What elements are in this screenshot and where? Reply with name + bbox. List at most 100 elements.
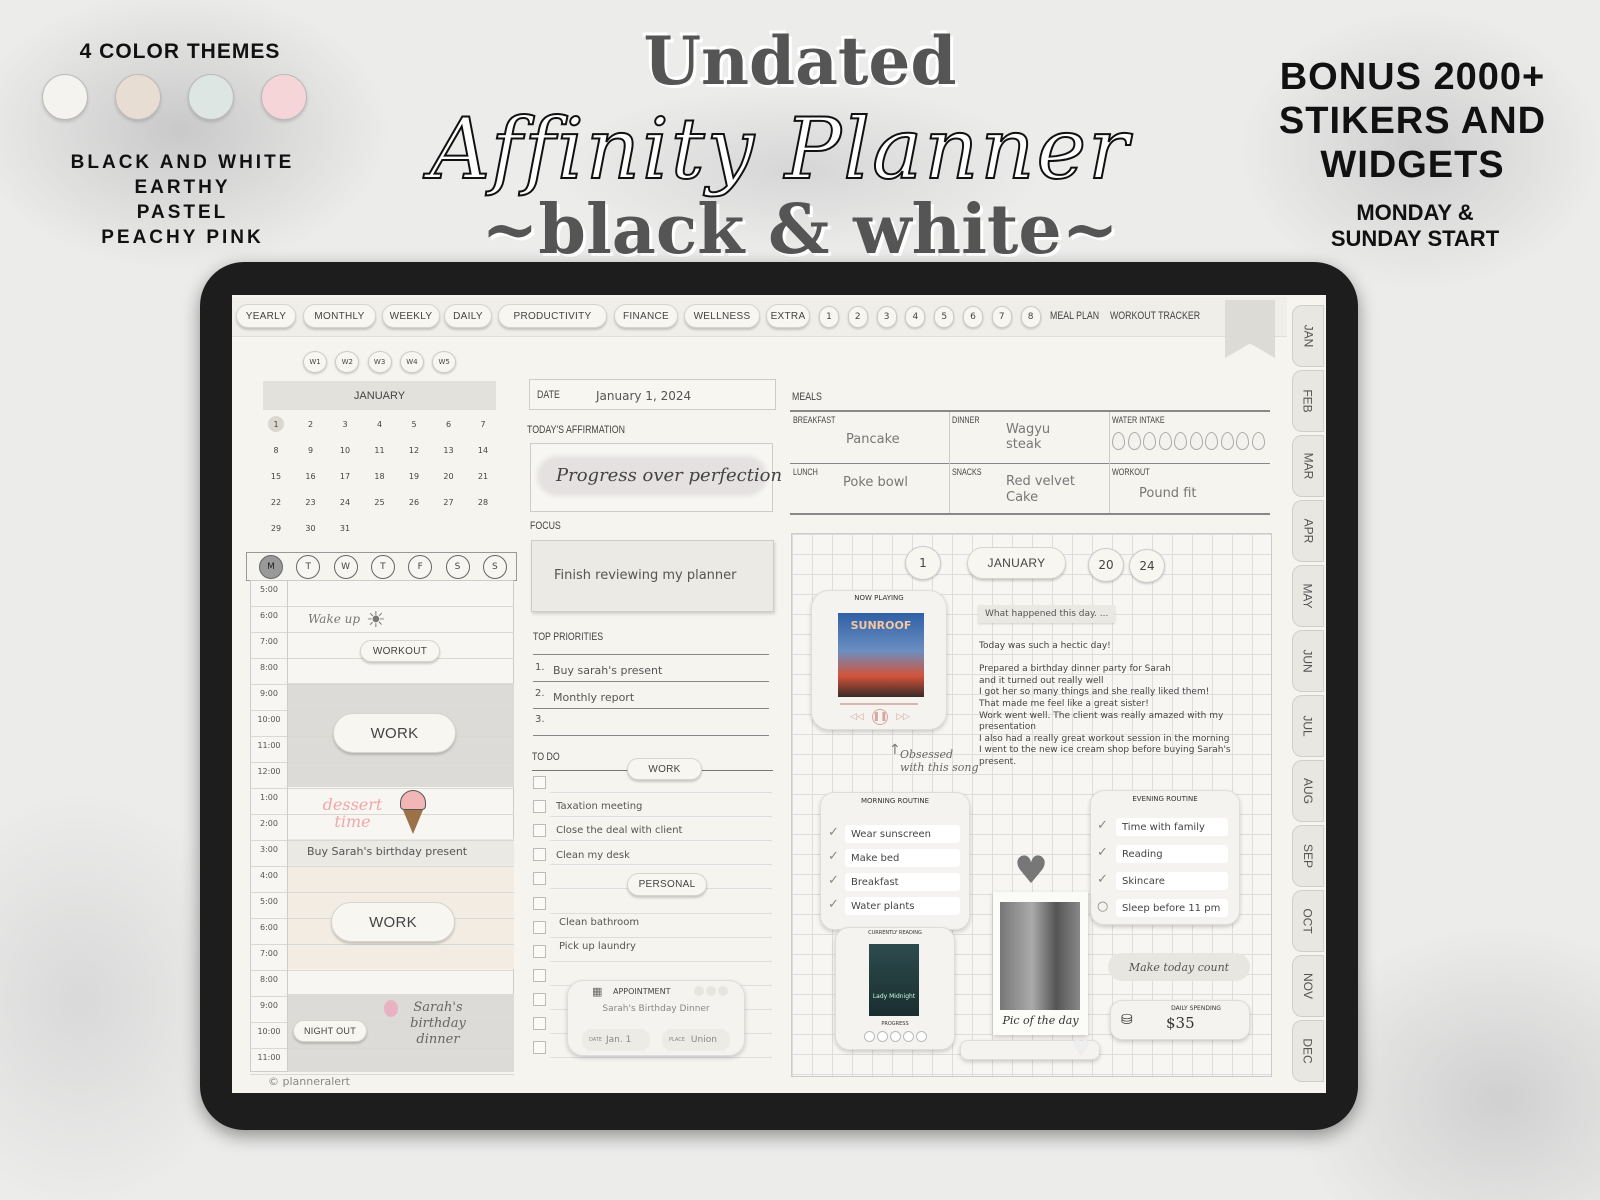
now-playing-widget[interactable]: NOW PLAYING SUNROOF ◁◁ ❚❚ ▷▷ xyxy=(811,590,947,730)
calendar-day[interactable]: 5 xyxy=(406,416,422,432)
nav-link-meal-plan[interactable]: MEAL PLAN xyxy=(1050,310,1099,322)
calendar-day[interactable]: 2 xyxy=(303,416,319,432)
calendar-day[interactable]: 20 xyxy=(441,468,457,484)
theme-swatch[interactable] xyxy=(42,74,88,120)
routine-item[interactable]: Skincare xyxy=(1116,872,1228,890)
progress-dot[interactable] xyxy=(915,1031,927,1042)
routine-item[interactable]: Breakfast xyxy=(845,873,960,891)
check-icon[interactable]: ✓ xyxy=(828,897,839,912)
todo-checkbox[interactable] xyxy=(533,848,546,862)
todo-checkbox[interactable] xyxy=(533,920,546,934)
todo-item[interactable]: Taxation meeting xyxy=(556,801,642,812)
weekday-0[interactable]: M xyxy=(259,555,283,579)
nav-number-2[interactable]: 2 xyxy=(847,306,868,328)
week-tab[interactable]: W1 xyxy=(303,351,327,373)
todo-item[interactable]: Clean bathroom xyxy=(559,917,639,928)
appointment-place[interactable]: PLACE Union xyxy=(662,1029,730,1051)
todo-item[interactable]: Pick up laundry xyxy=(559,941,636,952)
todo-checkbox[interactable] xyxy=(533,968,546,982)
calendar-day[interactable]: 21 xyxy=(475,468,491,484)
month-tab-sep[interactable]: SEP xyxy=(1292,825,1324,887)
month-tab-feb[interactable]: FEB xyxy=(1292,370,1324,432)
calendar-day[interactable]: 3 xyxy=(337,416,353,432)
calendar-day[interactable]: 13 xyxy=(441,442,457,458)
nav-number-8[interactable]: 8 xyxy=(1020,306,1041,328)
calendar-day[interactable]: 12 xyxy=(406,442,422,458)
priority-item[interactable]: Buy sarah's present xyxy=(553,664,662,677)
theme-swatch[interactable] xyxy=(261,74,307,120)
calendar-day[interactable]: 16 xyxy=(303,468,319,484)
calendar-day[interactable]: 10 xyxy=(337,442,353,458)
calendar-day[interactable]: 1 xyxy=(268,416,284,432)
theme-swatch[interactable] xyxy=(188,74,234,120)
day-pill[interactable]: 1 xyxy=(905,546,941,580)
todo-checkbox[interactable] xyxy=(533,1017,546,1030)
calendar-day[interactable]: 26 xyxy=(406,494,422,510)
nav-tab-daily[interactable]: DAILY xyxy=(444,304,492,328)
weekday-4[interactable]: F xyxy=(408,555,433,579)
water-drop-icon[interactable] xyxy=(1174,432,1187,450)
calendar-day[interactable]: 24 xyxy=(337,494,353,510)
progress-dot[interactable] xyxy=(876,1031,888,1042)
nav-tab-monthly[interactable]: MONTHLY xyxy=(303,304,376,328)
progress-slider[interactable] xyxy=(840,703,918,705)
week-tab[interactable]: W4 xyxy=(399,351,424,373)
calendar-day[interactable]: 15 xyxy=(268,468,284,484)
month-tab-jun[interactable]: JUN xyxy=(1292,630,1324,692)
nav-tab-wellness[interactable]: WELLNESS xyxy=(684,304,760,328)
calendar-day[interactable]: 19 xyxy=(406,468,422,484)
nav-number-3[interactable]: 3 xyxy=(876,306,897,328)
theme-swatch[interactable] xyxy=(115,74,161,120)
nav-number-6[interactable]: 6 xyxy=(963,306,983,328)
calendar-day[interactable]: 18 xyxy=(372,468,388,484)
todo-item[interactable]: Clean my desk xyxy=(556,850,630,861)
weekday-3[interactable]: T xyxy=(370,555,395,579)
journal-entry[interactable]: Today was such a hectic day! Prepared a b… xyxy=(979,641,1231,769)
week-tab[interactable]: W5 xyxy=(432,351,457,373)
pause-icon[interactable]: ❚❚ xyxy=(872,709,888,725)
nav-tab-weekly[interactable]: WEEKLY xyxy=(382,304,440,328)
check-icon[interactable]: ✓ xyxy=(828,873,839,888)
calendar-day[interactable]: 29 xyxy=(268,520,284,536)
work-event-afternoon[interactable]: WORK xyxy=(331,902,455,942)
month-tab-may[interactable]: MAY xyxy=(1292,565,1324,627)
todo-checkbox[interactable] xyxy=(533,992,546,1006)
weekday-5[interactable]: S xyxy=(445,555,470,579)
calendar-day[interactable]: 25 xyxy=(372,494,388,510)
appointment-widget[interactable]: ▦ APPOINTMENT Sarah's Birthday Dinner DA… xyxy=(567,980,745,1056)
routine-item[interactable]: Sleep before 11 pm xyxy=(1116,899,1228,917)
month-tab-dec[interactable]: DEC xyxy=(1292,1020,1324,1082)
nav-number-4[interactable]: 4 xyxy=(905,306,926,328)
calendar-day[interactable]: 14 xyxy=(475,442,491,458)
check-icon[interactable]: ✓ xyxy=(828,825,839,840)
water-drop-icon[interactable] xyxy=(1112,432,1125,450)
routine-item[interactable]: Make bed xyxy=(845,849,960,867)
water-drop-icon[interactable] xyxy=(1127,432,1141,450)
todo-checkbox[interactable] xyxy=(533,776,546,789)
todo-checkbox[interactable] xyxy=(533,944,546,958)
water-drop-icon[interactable] xyxy=(1236,432,1249,450)
routine-item[interactable]: Wear sunscreen xyxy=(845,825,960,843)
calendar-day[interactable]: 31 xyxy=(337,520,353,536)
todo-checkbox[interactable] xyxy=(533,800,546,814)
calendar-day[interactable]: 7 xyxy=(475,416,491,432)
todo-item[interactable]: Close the deal with client xyxy=(556,825,682,836)
progress-dot[interactable] xyxy=(889,1031,901,1042)
check-icon[interactable]: ✓ xyxy=(1097,872,1108,887)
nav-link-workout-tracker[interactable]: WORKOUT TRACKER xyxy=(1110,310,1200,322)
calendar-day[interactable]: 30 xyxy=(303,520,319,536)
calendar-day[interactable]: 28 xyxy=(475,494,491,510)
progress-dot[interactable] xyxy=(902,1031,914,1042)
journal-prompt[interactable]: What happened this day. ... xyxy=(978,605,1116,623)
month-pill[interactable]: JANUARY xyxy=(967,547,1066,579)
todo-checkbox[interactable] xyxy=(533,872,546,886)
water-drop-icon[interactable] xyxy=(1143,432,1156,450)
present-event[interactable]: Buy Sarah's birthday present xyxy=(307,845,467,858)
weekday-2[interactable]: W xyxy=(333,555,358,579)
check-icon[interactable]: ✓ xyxy=(1097,818,1108,833)
month-tab-jul[interactable]: JUL xyxy=(1292,695,1324,757)
nav-number-7[interactable]: 7 xyxy=(991,306,1012,328)
priority-item[interactable]: Monthly report xyxy=(553,691,634,704)
calendar-day[interactable]: 8 xyxy=(268,442,284,458)
routine-item[interactable]: Time with family xyxy=(1116,818,1228,836)
